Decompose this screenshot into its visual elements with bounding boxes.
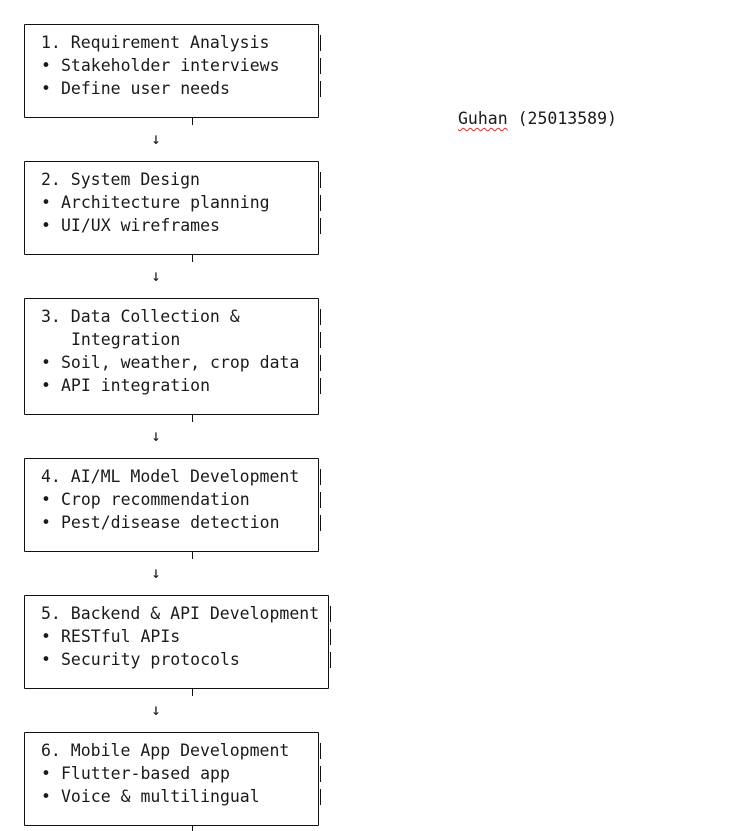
step-bullet: • Security protocols: [25, 648, 331, 671]
step-bullet: • API integration: [25, 374, 321, 397]
step-bullet: • Voice & multilingual: [25, 785, 321, 808]
connector-tick: [192, 254, 193, 262]
down-arrow-icon: ↓: [151, 426, 161, 445]
author-name: Guhan: [458, 109, 508, 128]
step-bullet: • Stakeholder interviews: [25, 54, 321, 77]
step-box-6: 6. Mobile App Development • Flutter-based…: [24, 732, 321, 826]
down-arrow-icon: ↓: [151, 266, 161, 285]
connector-tick: [192, 551, 193, 559]
step-box-3: 3. Data Collection & Integration • Soil, …: [24, 298, 321, 415]
author-id: (25013589): [517, 109, 617, 128]
step-title: 1. Requirement Analysis: [25, 31, 321, 54]
down-arrow-icon: ↓: [151, 700, 161, 719]
step-box-1: 1. Requirement Analysis • Stakeholder int…: [24, 24, 321, 118]
connector-tick: [192, 117, 193, 125]
step-title: 2. System Design: [25, 168, 321, 191]
step-bullet: • RESTful APIs: [25, 625, 331, 648]
step-bullet: • Crop recommendation: [25, 488, 321, 511]
step-title-continued: Integration: [25, 328, 321, 351]
step-bullet: • Flutter-based app: [25, 762, 321, 785]
step-title: 5. Backend & API Development: [25, 602, 331, 625]
step-title: 6. Mobile App Development: [25, 739, 321, 762]
step-bullet: • Soil, weather, crop data: [25, 351, 321, 374]
step-title: 3. Data Collection &: [25, 305, 321, 328]
step-box-5: 5. Backend & API Development • RESTful AP…: [24, 595, 331, 689]
author-label: Guhan (25013589): [458, 107, 617, 130]
step-title: 4. AI/ML Model Development: [25, 465, 321, 488]
connector-tick: [192, 688, 193, 696]
step-box-2: 2. System Design • Architecture planning …: [24, 161, 321, 255]
step-bullet: • Define user needs: [25, 77, 321, 100]
step-bullet: • Architecture planning: [25, 191, 321, 214]
connector-tick: [192, 414, 193, 422]
step-box-4: 4. AI/ML Model Development • Crop recomme…: [24, 458, 321, 552]
down-arrow-icon: ↓: [151, 563, 161, 582]
step-bullet: • Pest/disease detection: [25, 511, 321, 534]
step-bullet: • UI/UX wireframes: [25, 214, 321, 237]
down-arrow-icon: ↓: [151, 129, 161, 148]
connector-tick: [192, 825, 193, 831]
